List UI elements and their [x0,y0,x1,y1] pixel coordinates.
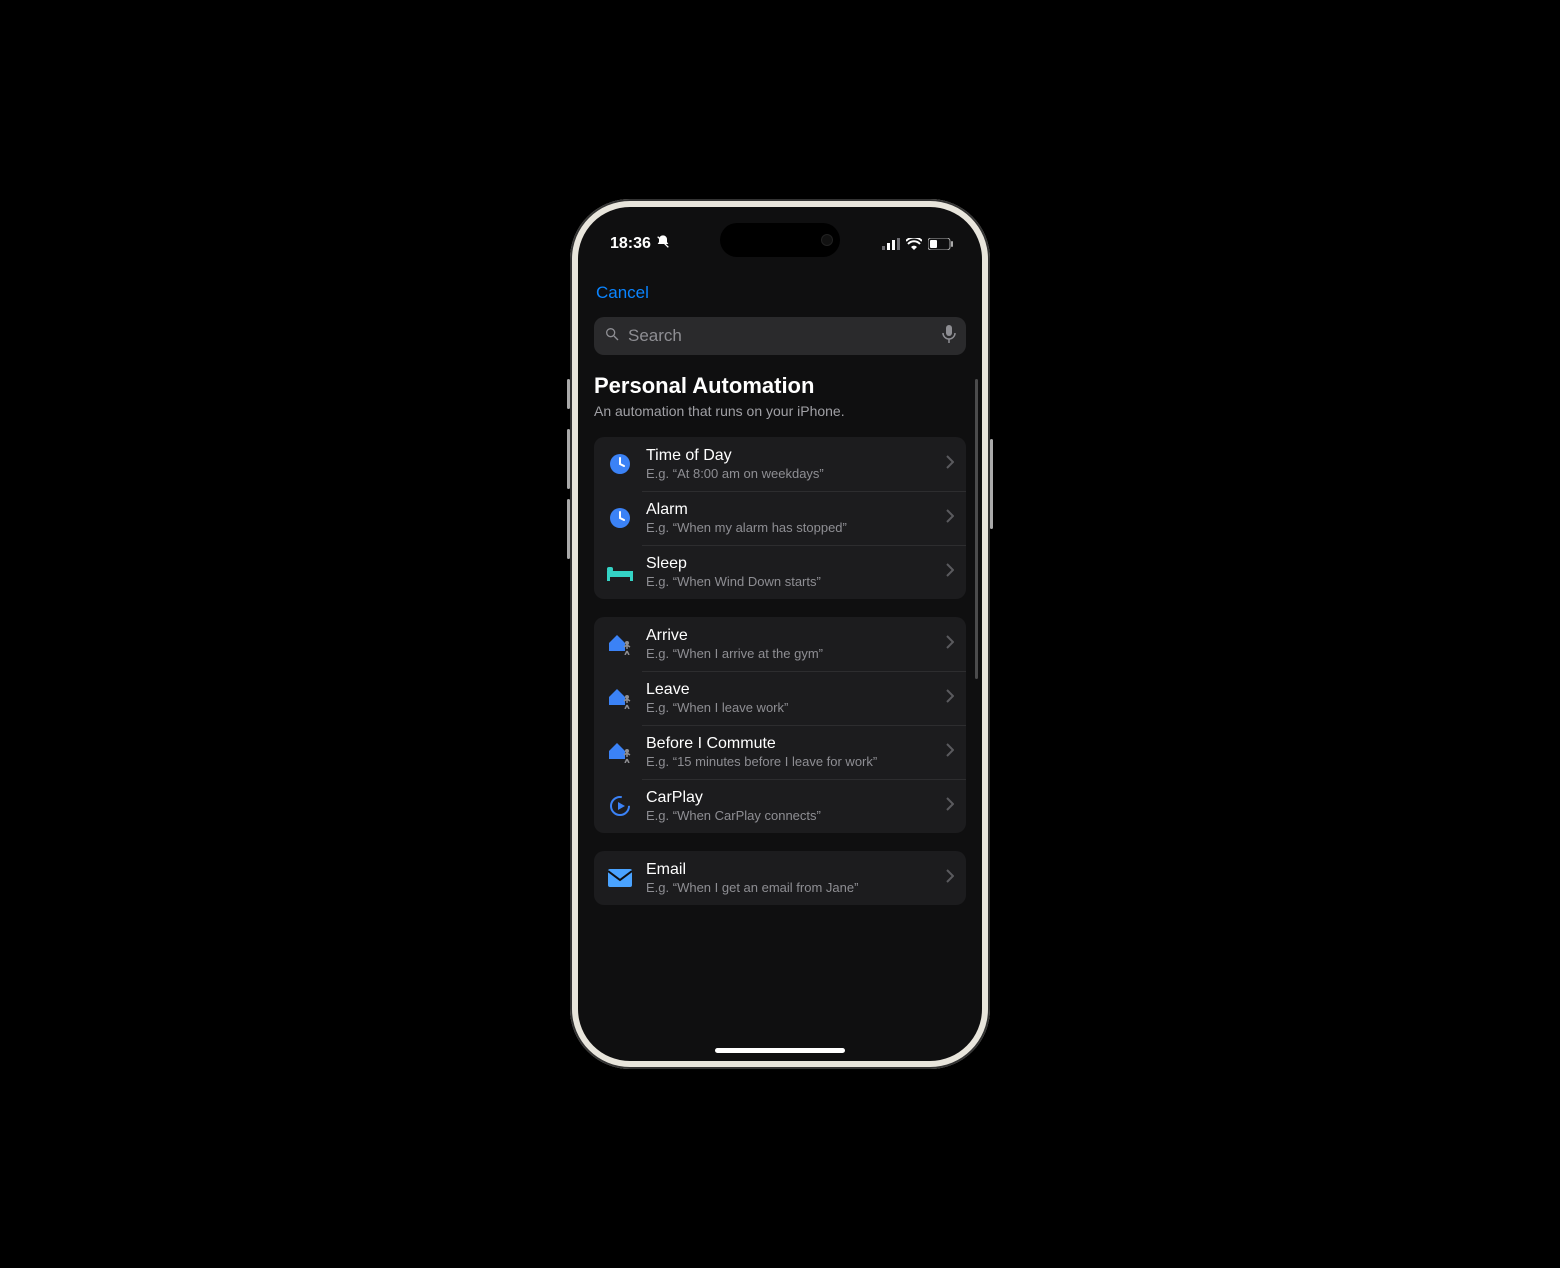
chevron-right-icon [946,563,954,582]
chevron-right-icon [946,743,954,762]
chevron-right-icon [946,869,954,888]
house-person-icon [606,741,634,763]
mail-icon [606,869,634,887]
content-area: Cancel Personal Automation An automation… [578,271,982,1061]
trigger-group: Arrive E.g. “When I arrive at the gym” L… [594,617,966,833]
row-subtitle: E.g. “When Wind Down starts” [646,574,934,589]
wifi-icon [906,238,922,250]
house-person-icon [606,633,634,655]
bed-icon [606,563,634,581]
phone-side-button [567,499,570,559]
chevron-right-icon [946,455,954,474]
row-title: CarPlay [646,789,934,807]
trigger-row-before-i-commute[interactable]: Before I Commute E.g. “15 minutes before… [594,725,966,779]
chevron-right-icon [946,797,954,816]
battery-icon [928,238,954,250]
trigger-row-alarm[interactable]: Alarm E.g. “When my alarm has stopped” [594,491,966,545]
trigger-row-leave[interactable]: Leave E.g. “When I leave work” [594,671,966,725]
home-indicator[interactable] [715,1048,845,1053]
row-title: Sleep [646,555,934,573]
trigger-row-arrive[interactable]: Arrive E.g. “When I arrive at the gym” [594,617,966,671]
scrollbar[interactable] [975,379,978,679]
phone-frame: 18:36 [570,199,990,1069]
cell-signal-icon [882,238,900,250]
phone-side-button [567,379,570,409]
cancel-button[interactable]: Cancel [594,279,651,307]
page-title: Personal Automation [594,373,966,399]
trigger-row-carplay[interactable]: CarPlay E.g. “When CarPlay connects” [594,779,966,833]
row-subtitle: E.g. “When I get an email from Jane” [646,880,934,895]
row-title: Alarm [646,501,934,519]
carplay-icon [606,794,634,818]
dynamic-island [720,223,840,257]
row-title: Arrive [646,627,934,645]
chevron-right-icon [946,635,954,654]
trigger-group: Time of Day E.g. “At 8:00 am on weekdays… [594,437,966,599]
camera-icon [822,235,832,245]
search-icon [604,326,620,347]
phone-side-button [990,439,993,529]
row-subtitle: E.g. “When I arrive at the gym” [646,646,934,661]
status-time: 18:36 [610,235,651,253]
page-subtitle: An automation that runs on your iPhone. [594,403,966,419]
row-subtitle: E.g. “When my alarm has stopped” [646,520,934,535]
trigger-group: Email E.g. “When I get an email from Jan… [594,851,966,905]
row-title: Before I Commute [646,735,934,753]
clock-icon [606,506,634,530]
row-subtitle: E.g. “15 minutes before I leave for work… [646,754,934,769]
row-title: Leave [646,681,934,699]
row-subtitle: E.g. “When CarPlay connects” [646,808,934,823]
screen: 18:36 [578,207,982,1061]
house-person-icon [606,687,634,709]
clock-icon [606,452,634,476]
trigger-row-time-of-day[interactable]: Time of Day E.g. “At 8:00 am on weekdays… [594,437,966,491]
phone-side-button [567,429,570,489]
search-field[interactable] [594,317,966,355]
chevron-right-icon [946,689,954,708]
chevron-right-icon [946,509,954,528]
trigger-row-sleep[interactable]: Sleep E.g. “When Wind Down starts” [594,545,966,599]
trigger-row-email[interactable]: Email E.g. “When I get an email from Jan… [594,851,966,905]
row-subtitle: E.g. “At 8:00 am on weekdays” [646,466,934,481]
search-input[interactable] [626,325,936,347]
row-title: Email [646,861,934,879]
row-title: Time of Day [646,447,934,465]
bell-slash-icon [655,234,671,255]
row-subtitle: E.g. “When I leave work” [646,700,934,715]
microphone-icon[interactable] [942,325,956,348]
